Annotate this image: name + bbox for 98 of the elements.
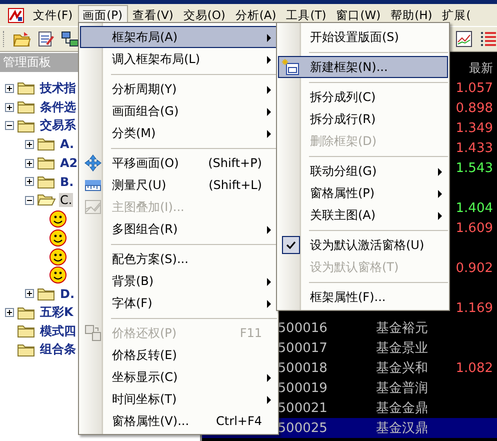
open-folder-icon[interactable] — [13, 30, 31, 48]
menu-item[interactable]: 联动分组(G) — [278, 160, 448, 182]
menu-item[interactable]: 设为默认激活窗格(U) — [278, 234, 448, 256]
table-cell: 1.082 — [456, 360, 493, 376]
table-cell: 1.349 — [456, 120, 493, 136]
table-cell-text: 基金汉鼎 — [376, 420, 429, 437]
table-cell-text: 500019 — [278, 380, 328, 396]
tree-item[interactable]: C. — [59, 193, 74, 208]
menu-item[interactable]: 交易(O) — [178, 4, 230, 26]
expand-toggle-icon[interactable] — [5, 308, 14, 318]
menu-item[interactable]: 时间坐标(T) — [80, 388, 277, 410]
table-cell-text: 500017 — [278, 340, 328, 356]
smiley-icon[interactable] — [49, 228, 67, 247]
table-cell-text: 基金金鼎 — [376, 400, 429, 417]
menu-item[interactable]: 新建框架(N)... — [278, 56, 448, 78]
smiley-icon[interactable] — [49, 210, 67, 228]
collapse-toggle-icon[interactable] — [5, 121, 14, 130]
menu-item[interactable]: 文件(F) — [28, 4, 78, 26]
menu-item[interactable]: 分类(M) — [80, 122, 277, 144]
menu-item[interactable]: 窗格属性(P) — [278, 182, 448, 204]
tree-item[interactable]: 技术指 — [39, 80, 77, 97]
menu-item[interactable]: 窗口(W) — [331, 4, 386, 26]
tree-item[interactable]: 条件选 — [39, 98, 77, 116]
table-cell-text: 500016 — [278, 320, 328, 336]
folder-icon[interactable] — [36, 286, 56, 301]
app-logo-icon[interactable] — [8, 8, 24, 22]
table-cell: 1.609 — [456, 220, 493, 236]
tree-item[interactable]: D. — [59, 286, 76, 301]
tree-item[interactable]: 组合条 — [39, 341, 77, 358]
menu-item[interactable]: 价格反转(E) — [80, 344, 277, 366]
move-arrows-icon — [84, 154, 102, 172]
menu-item[interactable]: 关联主图(A) — [278, 204, 448, 226]
tree-item[interactable]: 交易系 — [39, 117, 77, 134]
menu-item[interactable]: 开始设置版面(S) — [278, 26, 448, 48]
folder-icon[interactable] — [16, 100, 36, 114]
table-cell-text: 基金景业 — [376, 340, 429, 357]
folder-icon[interactable] — [16, 324, 36, 338]
folder-icon[interactable] — [36, 156, 56, 170]
folder-icon[interactable] — [16, 306, 36, 320]
menu-item[interactable]: 配色方案(S)... — [80, 248, 277, 270]
menu-item[interactable]: 框架布局(A) — [80, 26, 277, 48]
chart-overlay-icon — [84, 198, 102, 216]
expand-toggle-icon[interactable] — [5, 102, 14, 112]
menu-item[interactable]: 背景(B) — [80, 270, 277, 292]
smiley-icon[interactable] — [49, 266, 67, 284]
table-cell-text: 基金普润 — [376, 380, 429, 397]
table-cell: 1.057 — [456, 80, 493, 96]
collapse-toggle-icon[interactable] — [25, 196, 34, 205]
menu-item[interactable]: 框架属性(F)... — [278, 286, 448, 308]
folder-icon[interactable] — [36, 174, 56, 189]
menu-item[interactable]: 扩展( — [437, 4, 476, 26]
table-cell: 0.902 — [456, 260, 493, 276]
expand-toggle-icon[interactable] — [25, 289, 34, 298]
folder-icon[interactable] — [36, 137, 56, 152]
menu-item[interactable]: 拆分成列(C) — [278, 86, 448, 108]
table-cell-text: 基金裕元 — [376, 320, 429, 337]
menu-item[interactable]: 字体(F) — [80, 292, 277, 314]
network-icon[interactable] — [61, 30, 79, 48]
menu-item[interactable]: 工具(T) — [281, 4, 332, 26]
smiley-icon[interactable] — [49, 248, 67, 266]
menu-item[interactable]: 平移画面(O) (Shift+P) — [80, 152, 277, 174]
open-folder-icon[interactable] — [36, 193, 56, 208]
document-edit-icon[interactable] — [37, 30, 55, 48]
column-header[interactable]: 最新 — [469, 60, 493, 78]
menu-item[interactable]: 坐标显示(C) — [80, 366, 277, 388]
table-cell: 1.433 — [456, 140, 493, 156]
list-icon[interactable] — [479, 30, 497, 48]
tree-item[interactable]: B. — [59, 174, 75, 189]
menu-item[interactable]: 分析(A) — [230, 4, 282, 26]
folder-icon[interactable] — [16, 342, 36, 357]
menu-item[interactable]: 画面组合(G) — [80, 100, 277, 122]
table-cell-text: 基金兴和 — [376, 360, 429, 377]
expand-toggle-icon[interactable] — [25, 177, 34, 186]
table-cell: 0.898 — [456, 100, 493, 116]
table-cell-text: 500018 — [278, 360, 328, 376]
table-cell: 1.543 — [456, 160, 493, 176]
tree-item[interactable]: 模式四 — [39, 322, 77, 340]
expand-toggle-icon[interactable] — [25, 158, 34, 168]
table-cell-text: 500021 — [278, 400, 328, 416]
expand-toggle-icon[interactable] — [5, 84, 14, 93]
tree-item[interactable]: A2 — [59, 156, 79, 170]
menu-item[interactable]: 多图组合(R) — [80, 218, 277, 240]
expand-toggle-icon[interactable] — [25, 140, 34, 149]
table-cell: 1.404 — [456, 200, 493, 216]
menu-item[interactable]: 测量尺(U) (Shift+L) — [80, 174, 277, 196]
price-restore-icon — [84, 324, 102, 342]
menu-item[interactable]: 分析周期(Y) — [80, 78, 277, 100]
menu-item[interactable]: 帮助(H) — [386, 4, 438, 26]
tree-item[interactable]: A. — [59, 137, 76, 152]
table-cell-text: 500025 — [278, 420, 328, 436]
folder-icon[interactable] — [16, 118, 36, 133]
menu-item[interactable]: 拆分成行(R) — [278, 108, 448, 130]
new-frame-icon — [282, 58, 300, 76]
folder-icon[interactable] — [16, 81, 36, 96]
table-cell: 1.169 — [456, 300, 493, 316]
tree-item[interactable]: 五彩K — [39, 304, 74, 322]
menu-item[interactable]: 查看(V) — [128, 4, 178, 26]
line-chart-icon[interactable] — [455, 30, 473, 48]
